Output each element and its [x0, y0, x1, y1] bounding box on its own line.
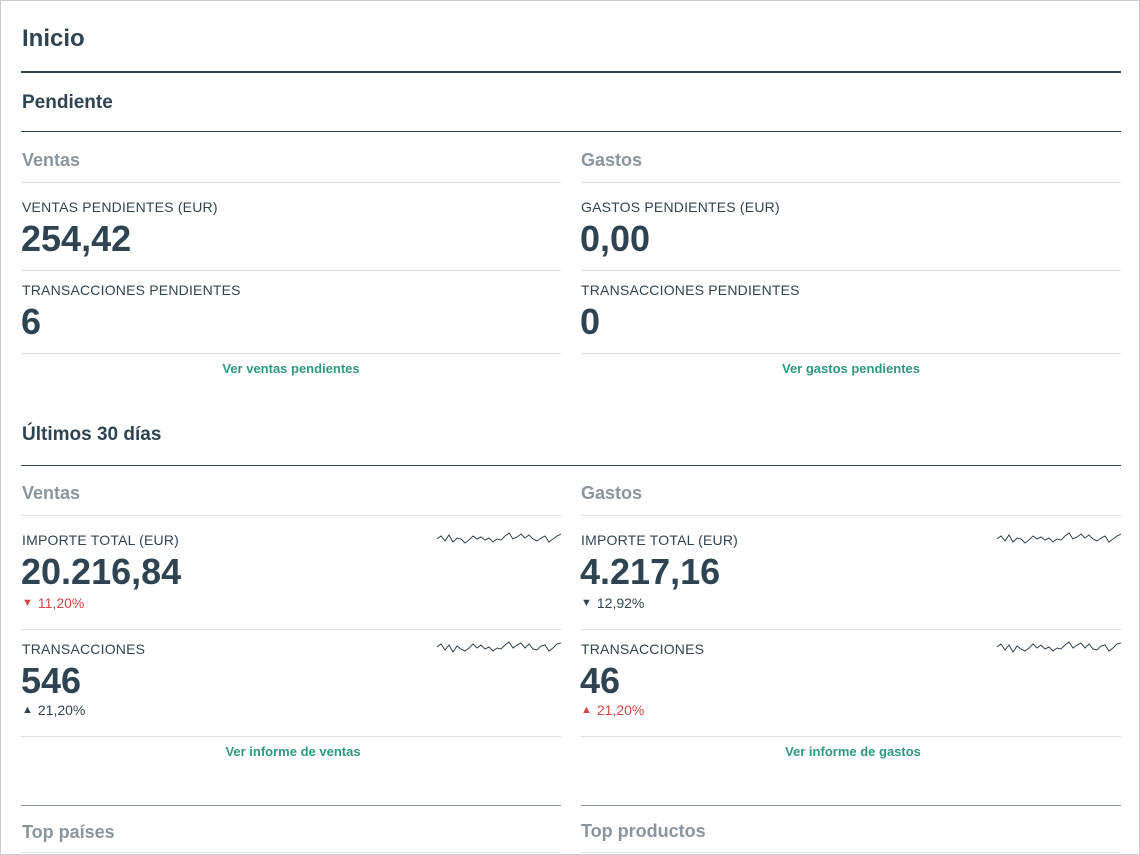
top-countries-bottom-divider	[21, 852, 561, 853]
view-pending-sales-link[interactable]: Ver ventas pendientes	[21, 361, 561, 377]
pending-expenses-row-divider	[581, 270, 1121, 271]
last30-sales-title: Ventas	[22, 483, 81, 503]
triangle-down-icon: ▼	[22, 597, 33, 609]
top-products-bottom-divider	[581, 852, 1121, 853]
last30-expenses-amount-delta: ▼ 12,92%	[581, 595, 644, 611]
pending-sales-transactions-label: TRANSACCIONES PENDIENTES	[22, 282, 241, 298]
last30-sales-divider	[21, 515, 561, 516]
top-products-divider	[581, 805, 1121, 806]
last30-expenses-amount-value: 4.217,16	[580, 551, 721, 592]
top-countries-title: Top países	[22, 822, 115, 842]
triangle-down-icon: ▼	[581, 597, 592, 609]
sales-transactions-sparkline	[437, 641, 561, 653]
pending-sales-divider	[21, 182, 561, 183]
pending-divider	[21, 131, 1121, 132]
last30-sales-transactions-delta: ▲ 21,20%	[22, 702, 85, 718]
last30-section-title: Últimos 30 días	[22, 424, 162, 445]
last30-expenses-transactions-delta: ▲ 21,20%	[581, 702, 644, 718]
top-countries-divider	[21, 805, 561, 806]
pending-sales-transactions-value: 6	[21, 301, 42, 342]
pending-expenses-title: Gastos	[581, 150, 643, 170]
triangle-up-icon: ▲	[581, 704, 592, 716]
pending-expenses-transactions-label: TRANSACCIONES PENDIENTES	[581, 282, 800, 298]
pending-expenses-transactions-value: 0	[580, 301, 601, 342]
view-sales-report-link[interactable]: Ver informe de ventas	[23, 744, 563, 760]
page-title: Inicio	[22, 25, 85, 52]
top-products-title: Top productos	[581, 821, 706, 841]
expenses-transactions-sparkline	[997, 641, 1121, 653]
sales-amount-sparkline	[437, 532, 561, 544]
pending-sales-amount-label: VENTAS PENDIENTES (EUR)	[22, 199, 218, 215]
pending-expenses-link-divider	[581, 353, 1121, 354]
dashboard-frame: Inicio Pendiente Ventas VENTAS PENDIENTE…	[0, 0, 1140, 855]
last30-divider	[21, 465, 1121, 466]
last30-sales-amount-label: IMPORTE TOTAL (EUR)	[22, 532, 180, 548]
title-divider	[21, 71, 1121, 73]
last30-sales-transactions-label: TRANSACCIONES	[22, 641, 146, 657]
view-pending-expenses-link[interactable]: Ver gastos pendientes	[581, 361, 1121, 377]
pending-sales-title: Ventas	[22, 150, 81, 170]
triangle-up-icon: ▲	[22, 704, 33, 716]
last30-expenses-amount-delta-value: 12,92%	[596, 595, 645, 611]
last30-sales-link-divider	[21, 736, 561, 737]
last30-sales-amount-delta: ▼ 11,20%	[22, 595, 84, 611]
pending-sales-link-divider	[21, 353, 561, 354]
last30-sales-amount-value: 20.216,84	[21, 551, 182, 592]
last30-expenses-divider	[581, 515, 1121, 516]
last30-expenses-transactions-label: TRANSACCIONES	[581, 641, 705, 657]
last30-expenses-transactions-delta-value: 21,20%	[596, 702, 645, 718]
pending-expenses-divider	[581, 182, 1121, 183]
pending-sales-amount-value: 254,42	[21, 218, 132, 259]
last30-sales-transactions-value: 546	[21, 660, 82, 701]
expenses-amount-sparkline	[997, 532, 1121, 544]
view-expenses-report-link[interactable]: Ver informe de gastos	[583, 744, 1123, 760]
pending-section-title: Pendiente	[22, 92, 113, 113]
last30-sales-transactions-delta-value: 21,20%	[37, 702, 86, 718]
last30-sales-amount-delta-value: 11,20%	[37, 595, 85, 611]
last30-expenses-link-divider	[581, 736, 1121, 737]
last30-expenses-transactions-value: 46	[580, 660, 621, 701]
pending-sales-row-divider	[21, 270, 561, 271]
pending-expenses-amount-label: GASTOS PENDIENTES (EUR)	[581, 199, 780, 215]
last30-expenses-amount-label: IMPORTE TOTAL (EUR)	[581, 532, 739, 548]
last30-expenses-row-divider	[581, 629, 1121, 630]
last30-expenses-title: Gastos	[581, 483, 643, 503]
pending-expenses-amount-value: 0,00	[580, 218, 651, 259]
last30-sales-row-divider	[21, 629, 561, 630]
